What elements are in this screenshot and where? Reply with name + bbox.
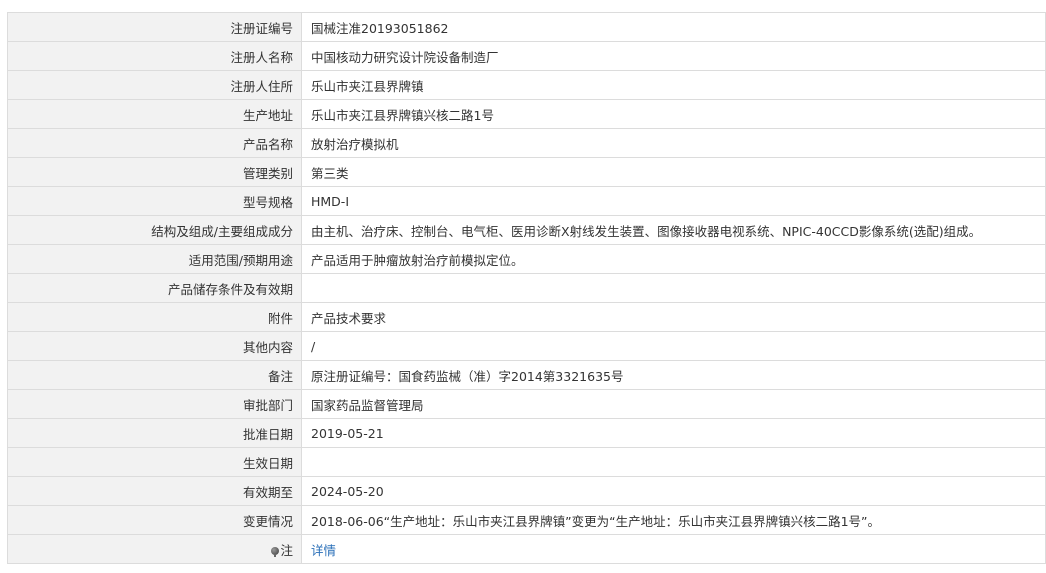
table-row: 附件 产品技术要求 [7, 302, 1046, 332]
field-value: HMD-I [301, 186, 1046, 216]
field-label: 附件 [7, 302, 302, 332]
field-value [301, 447, 1046, 477]
table-row: 结构及组成/主要组成成分 由主机、治疗床、控制台、电气柜、医用诊断X射线发生装置… [7, 215, 1046, 245]
table-row: 批准日期 2019-05-21 [7, 418, 1046, 448]
field-label: 变更情况 [7, 505, 302, 535]
field-value: 产品适用于肿瘤放射治疗前模拟定位。 [301, 244, 1046, 274]
table-row: 管理类别 第三类 [7, 157, 1046, 187]
field-value: / [301, 331, 1046, 361]
field-label: 结构及组成/主要组成成分 [7, 215, 302, 245]
field-value: 中国核动力研究设计院设备制造厂 [301, 41, 1046, 71]
note-value-cell: 详情 [301, 534, 1046, 564]
table-row: 其他内容 / [7, 331, 1046, 361]
field-label: 其他内容 [7, 331, 302, 361]
field-label: 生产地址 [7, 99, 302, 129]
table-row: 审批部门 国家药品监督管理局 [7, 389, 1046, 419]
field-label: 产品名称 [7, 128, 302, 158]
field-label: 生效日期 [7, 447, 302, 477]
note-label-cell: 注 [7, 534, 302, 564]
field-value: 放射治疗模拟机 [301, 128, 1046, 158]
field-label: 产品储存条件及有效期 [7, 273, 302, 303]
note-row: 注 详情 [7, 534, 1046, 564]
table-row: 注册证编号 国械注准20193051862 [7, 12, 1046, 42]
field-value: 由主机、治疗床、控制台、电气柜、医用诊断X射线发生装置、图像接收器电视系统、NP… [301, 215, 1046, 245]
table-row: 有效期至 2024-05-20 [7, 476, 1046, 506]
field-label: 注册证编号 [7, 12, 302, 42]
field-label: 注册人住所 [7, 70, 302, 100]
field-value: 原注册证编号：国食药监械（准）字2014第3321635号 [301, 360, 1046, 390]
field-label: 管理类别 [7, 157, 302, 187]
table-row: 适用范围/预期用途 产品适用于肿瘤放射治疗前模拟定位。 [7, 244, 1046, 274]
field-value: 2024-05-20 [301, 476, 1046, 506]
field-value: 2019-05-21 [301, 418, 1046, 448]
field-value: 乐山市夹江县界牌镇兴核二路1号 [301, 99, 1046, 129]
field-value: 乐山市夹江县界牌镇 [301, 70, 1046, 100]
table-row: 生效日期 [7, 447, 1046, 477]
field-label: 有效期至 [7, 476, 302, 506]
table-row: 产品名称 放射治疗模拟机 [7, 128, 1046, 158]
table-row: 生产地址 乐山市夹江县界牌镇兴核二路1号 [7, 99, 1046, 129]
field-label: 型号规格 [7, 186, 302, 216]
field-value: 产品技术要求 [301, 302, 1046, 332]
field-value: 国家药品监督管理局 [301, 389, 1046, 419]
field-label: 审批部门 [7, 389, 302, 419]
table-row: 型号规格 HMD-I [7, 186, 1046, 216]
field-value: 2018-06-06“生产地址：乐山市夹江县界牌镇”变更为“生产地址：乐山市夹江… [301, 505, 1046, 535]
registration-record-table: 注册证编号 国械注准20193051862 注册人名称 中国核动力研究设计院设备… [7, 12, 1046, 564]
field-label: 适用范围/预期用途 [7, 244, 302, 274]
table-row: 备注 原注册证编号：国食药监械（准）字2014第3321635号 [7, 360, 1046, 390]
table-row: 注册人住所 乐山市夹江县界牌镇 [7, 70, 1046, 100]
table-row: 变更情况 2018-06-06“生产地址：乐山市夹江县界牌镇”变更为“生产地址：… [7, 505, 1046, 535]
field-label: 批准日期 [7, 418, 302, 448]
field-value [301, 273, 1046, 303]
note-label: 注 [280, 542, 293, 558]
field-value: 第三类 [301, 157, 1046, 187]
table-row: 注册人名称 中国核动力研究设计院设备制造厂 [7, 41, 1046, 71]
field-label: 备注 [7, 360, 302, 390]
bulb-icon [271, 546, 280, 557]
table-row: 产品储存条件及有效期 [7, 273, 1046, 303]
field-value: 国械注准20193051862 [301, 12, 1046, 42]
field-label: 注册人名称 [7, 41, 302, 71]
details-link[interactable]: 详情 [311, 543, 336, 558]
